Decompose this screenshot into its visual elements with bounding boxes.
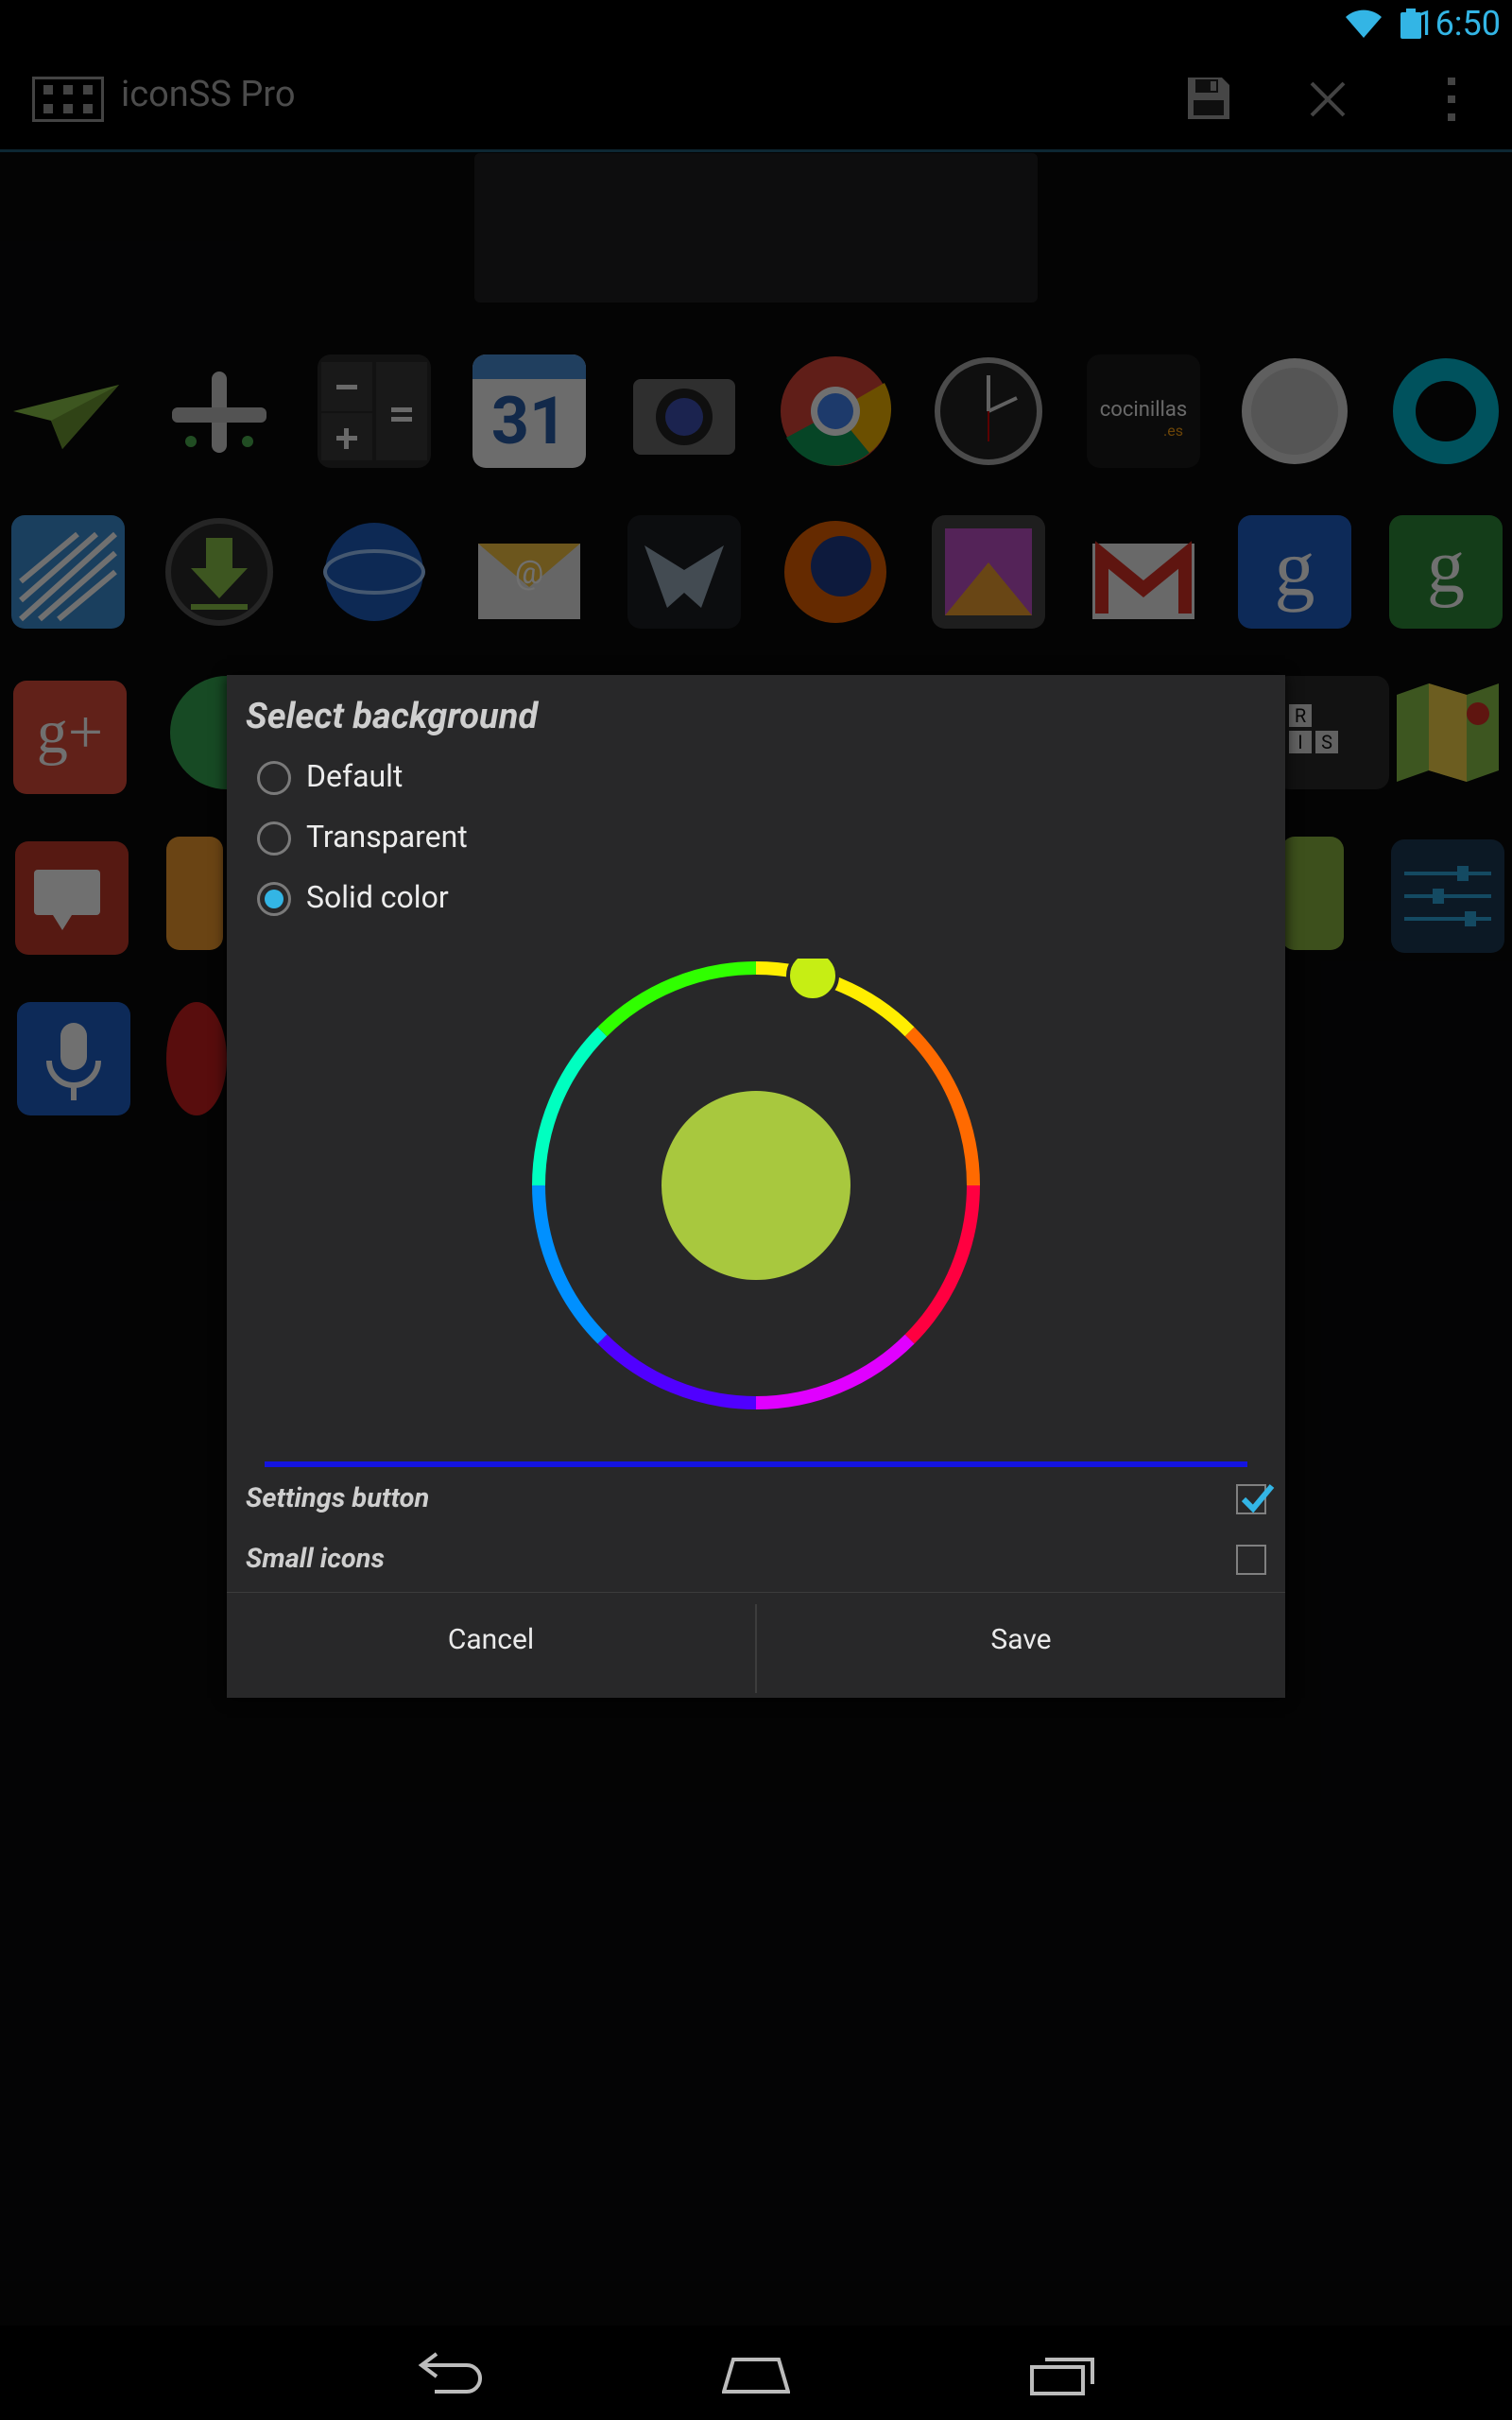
words-icon[interactable]: R I S: [1276, 676, 1389, 789]
color-bar[interactable]: [265, 1461, 1247, 1467]
status-time: 16:50: [1416, 4, 1501, 43]
ring-icon[interactable]: [1389, 354, 1503, 468]
cocinillas-suffix: .es: [1163, 422, 1183, 440]
status-bar: 16:50: [0, 0, 1512, 47]
dialog-button-bar: Cancel Save: [227, 1592, 1285, 1697]
stripes-icon[interactable]: [11, 515, 125, 629]
hue-handle[interactable]: [786, 959, 839, 1002]
small-icons-checkbox[interactable]: [1236, 1545, 1266, 1575]
falcon-icon[interactable]: [627, 515, 741, 629]
small-icons-label: Small icons: [246, 1543, 385, 1575]
gallery-icon[interactable]: [932, 515, 1045, 629]
overflow-menu-icon[interactable]: [1436, 76, 1467, 123]
widget-preview: [474, 153, 1038, 302]
color-wheel[interactable]: [529, 959, 983, 1412]
action-bar: iconSS Pro: [0, 47, 1512, 152]
radio-default[interactable]: [257, 761, 291, 795]
cocinillas-text: cocinillas: [1099, 398, 1188, 422]
svg-text:@: @: [515, 554, 544, 592]
paper-plane-icon[interactable]: [8, 354, 121, 468]
maps-icon[interactable]: [1391, 676, 1504, 789]
gmail-icon[interactable]: [1087, 515, 1200, 629]
equalizer-icon[interactable]: [1391, 839, 1504, 953]
save-icon[interactable]: [1186, 76, 1231, 121]
google-icon[interactable]: g: [1238, 515, 1351, 629]
settings-button-checkbox[interactable]: [1236, 1484, 1275, 1514]
calendar-day: 31: [490, 383, 568, 460]
selected-color-swatch: [662, 1091, 850, 1280]
option-solid-color-label: Solid color: [306, 879, 449, 915]
chrome-icon[interactable]: [779, 354, 892, 468]
home-icon[interactable]: [722, 2348, 790, 2395]
option-default-label: Default: [306, 758, 404, 794]
calculator-icon[interactable]: [318, 354, 431, 468]
grid-icon[interactable]: [32, 77, 104, 122]
checkmark-icon: [1241, 1484, 1275, 1513]
earth-icon[interactable]: [318, 515, 431, 629]
calendar-icon[interactable]: 31: [472, 354, 586, 468]
navigation-bar: [0, 2325, 1512, 2420]
email-icon[interactable]: @: [472, 515, 586, 629]
cancel-button[interactable]: Cancel: [227, 1593, 755, 1697]
back-icon[interactable]: [416, 2348, 484, 2395]
save-button[interactable]: Save: [757, 1593, 1285, 1697]
words-tile-r: R: [1289, 704, 1312, 727]
recents-icon[interactable]: [1030, 2348, 1098, 2395]
messenger-icon[interactable]: [15, 841, 129, 955]
camera-icon[interactable]: [627, 354, 741, 468]
popcorn-icon[interactable]: [166, 1002, 227, 1115]
microphone-icon[interactable]: [17, 1002, 130, 1115]
app-title: iconSS Pro: [121, 74, 296, 115]
wifi-icon: [1346, 9, 1382, 38]
download-icon[interactable]: [163, 515, 276, 629]
google-plus-icon[interactable]: g+: [13, 681, 127, 794]
select-background-dialog: Select background Default Transparent So…: [227, 675, 1285, 1698]
small-icons-row[interactable]: Small icons: [246, 1539, 1266, 1582]
dialog-title: Select background: [246, 696, 539, 737]
firefox-icon[interactable]: [779, 515, 892, 629]
kids-icon[interactable]: [166, 837, 223, 950]
airplane-icon[interactable]: [163, 354, 276, 468]
google-settings-icon[interactable]: g: [1389, 515, 1503, 629]
android-icon[interactable]: [1281, 837, 1344, 950]
settings-button-row[interactable]: Settings button: [246, 1478, 1275, 1522]
clock-icon[interactable]: [932, 354, 1045, 468]
coin-icon[interactable]: [1238, 354, 1351, 468]
cocinillas-icon[interactable]: cocinillas .es: [1087, 354, 1200, 468]
words-tile-s: S: [1315, 731, 1338, 753]
settings-button-label: Settings button: [246, 1482, 430, 1514]
words-tile-i: I: [1289, 731, 1312, 753]
close-icon[interactable]: [1309, 80, 1347, 118]
option-transparent-label: Transparent: [306, 819, 468, 855]
radio-solid-color[interactable]: [257, 882, 291, 916]
radio-transparent[interactable]: [257, 821, 291, 856]
